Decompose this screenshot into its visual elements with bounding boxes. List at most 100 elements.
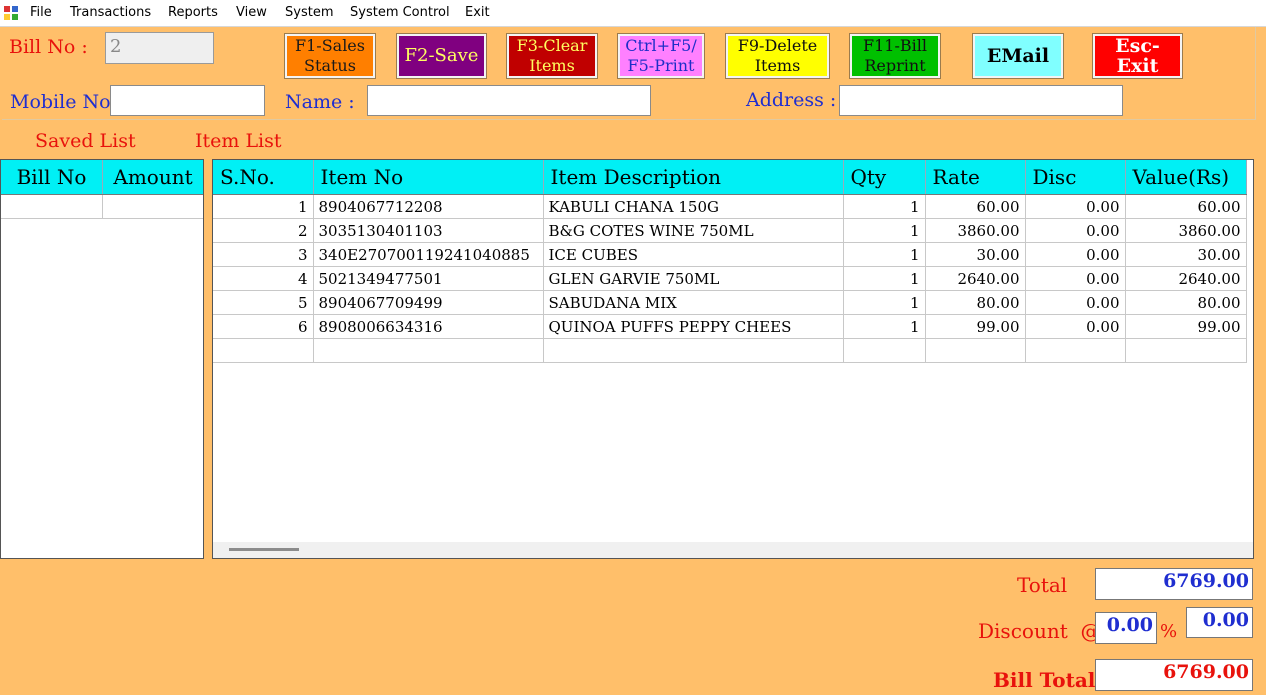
table-cell (843, 338, 926, 363)
saved-list-empty-row[interactable] (1, 194, 203, 219)
bill-no-field[interactable]: 2 (105, 32, 214, 64)
table-cell: 3035130401103 (313, 218, 544, 243)
col-sno[interactable]: S.No. (213, 160, 314, 195)
table-cell: 2640.00 (1125, 266, 1247, 291)
table-cell: 1 (843, 194, 926, 219)
table-cell (925, 338, 1026, 363)
table-row[interactable]: 6 8908006634316 QUINOA PUFFS PEPPY CHEES 1 9… (213, 314, 1247, 339)
table-cell: 30.00 (1125, 242, 1247, 267)
col-item-description[interactable]: Item Description (543, 160, 844, 195)
menu-system-control[interactable]: System Control (350, 5, 450, 20)
item-list-grid[interactable]: S.No. Item No Item Description Qty Rate … (212, 159, 1254, 559)
name-label: Name : (285, 91, 355, 113)
menu-transactions[interactable]: Transactions (70, 5, 151, 20)
mobile-no-label: Mobile No: (10, 91, 117, 113)
table-cell: 4 (213, 266, 314, 291)
menu-reports[interactable]: Reports (168, 5, 218, 20)
table-cell: 0.00 (1025, 242, 1126, 267)
table-row[interactable]: 4 5021349477501 GLEN GARVIE 750ML 1 2640.00 0… (213, 266, 1247, 291)
print-button[interactable]: Ctrl+F5/ F5-Print (618, 34, 704, 78)
sales-status-button[interactable]: F1-Sales Status (285, 34, 375, 78)
table-cell: B&G COTES WINE 750ML (543, 218, 844, 243)
table-cell: 60.00 (925, 194, 1026, 219)
saved-col-bill-no[interactable]: Bill No (1, 160, 103, 195)
table-cell: 1 (843, 290, 926, 315)
mobile-no-input[interactable] (110, 85, 265, 116)
table-cell: 1 (213, 194, 314, 219)
discount-amount-input[interactable]: 0.00 (1186, 607, 1253, 638)
table-cell: 6 (213, 314, 314, 339)
app-icon (4, 6, 18, 20)
discount-percent-input[interactable]: 0.00 (1095, 612, 1157, 644)
saved-list-grid[interactable]: Bill No Amount (0, 159, 204, 559)
table-cell: 0.00 (1025, 266, 1126, 291)
table-empty-row[interactable] (213, 338, 1247, 363)
table-cell: 8908006634316 (313, 314, 544, 339)
exit-button[interactable]: Esc-Exit (1093, 34, 1182, 78)
delete-items-button[interactable]: F9-Delete Items (726, 34, 829, 78)
table-row[interactable]: 1 8904067712208 KABULI CHANA 150G 1 60.00 0.0… (213, 194, 1247, 219)
table-cell: 1 (843, 242, 926, 267)
table-cell: 80.00 (925, 290, 1026, 315)
menu-view[interactable]: View (236, 5, 267, 20)
table-cell: 99.00 (1125, 314, 1247, 339)
table-cell: 1 (843, 218, 926, 243)
table-cell: 0.00 (1025, 218, 1126, 243)
table-cell: 60.00 (1125, 194, 1247, 219)
menu-file[interactable]: File (30, 5, 52, 20)
table-cell: 3860.00 (1125, 218, 1247, 243)
table-row[interactable]: 2 3035130401103 B&G COTES WINE 750ML 1 3860.… (213, 218, 1247, 243)
table-cell: 99.00 (925, 314, 1026, 339)
scrollbar-thumb[interactable] (229, 548, 299, 551)
address-input[interactable] (839, 85, 1123, 116)
clear-items-button[interactable]: F3-Clear Items (507, 34, 597, 78)
save-button[interactable]: F2-Save (397, 34, 486, 78)
table-cell: 3860.00 (925, 218, 1026, 243)
table-cell: 5021349477501 (313, 266, 544, 291)
menu-exit[interactable]: Exit (465, 5, 490, 20)
percent-sign: % (1160, 621, 1178, 642)
table-cell: QUINOA PUFFS PEPPY CHEES (543, 314, 844, 339)
table-cell: 8904067712208 (313, 194, 544, 219)
col-rate[interactable]: Rate (925, 160, 1026, 195)
table-cell: 0.00 (1025, 194, 1126, 219)
menu-bar: File Transactions Reports View System Sy… (0, 0, 1266, 27)
table-cell: ICE CUBES (543, 242, 844, 267)
table-cell: 3 (213, 242, 314, 267)
table-cell: SABUDANA MIX (543, 290, 844, 315)
table-row[interactable]: 5 8904067709499 SABUDANA MIX 1 80.00 0.00 80.0… (213, 290, 1247, 315)
address-label: Address : (746, 89, 837, 111)
total-value: 6769.00 (1095, 568, 1253, 600)
bill-total-value: 6769.00 (1095, 659, 1253, 691)
table-cell (1025, 338, 1126, 363)
horizontal-scrollbar[interactable] (213, 542, 1253, 558)
bill-total-label: Bill Total (993, 668, 1096, 692)
table-cell: 80.00 (1125, 290, 1247, 315)
table-cell: 340E270700119241040885 (313, 242, 544, 267)
menu-system[interactable]: System (285, 5, 333, 20)
col-qty[interactable]: Qty (843, 160, 926, 195)
table-cell: 5 (213, 290, 314, 315)
table-cell: 0.00 (1025, 314, 1126, 339)
table-cell: 30.00 (925, 242, 1026, 267)
discount-label: Discount @ (978, 619, 1101, 643)
col-disc[interactable]: Disc (1025, 160, 1126, 195)
table-cell: 2 (213, 218, 314, 243)
bill-reprint-button[interactable]: F11-Bill Reprint (850, 34, 940, 78)
bill-no-label: Bill No : (9, 36, 88, 58)
total-label: Total (1017, 573, 1068, 597)
saved-list-title: Saved List (35, 130, 136, 152)
table-cell (313, 338, 544, 363)
table-cell (543, 338, 844, 363)
email-button[interactable]: EMail (973, 34, 1063, 78)
table-cell: 0.00 (1025, 290, 1126, 315)
table-cell: KABULI CHANA 150G (543, 194, 844, 219)
table-cell: 1 (843, 266, 926, 291)
table-cell: 8904067709499 (313, 290, 544, 315)
col-item-no[interactable]: Item No (313, 160, 544, 195)
name-input[interactable] (367, 85, 651, 116)
table-cell: 1 (843, 314, 926, 339)
table-row[interactable]: 3 340E270700119241040885 ICE CUBES 1 30.00 0.… (213, 242, 1247, 267)
saved-col-amount[interactable]: Amount (102, 160, 203, 195)
col-value[interactable]: Value(Rs) (1125, 160, 1247, 195)
